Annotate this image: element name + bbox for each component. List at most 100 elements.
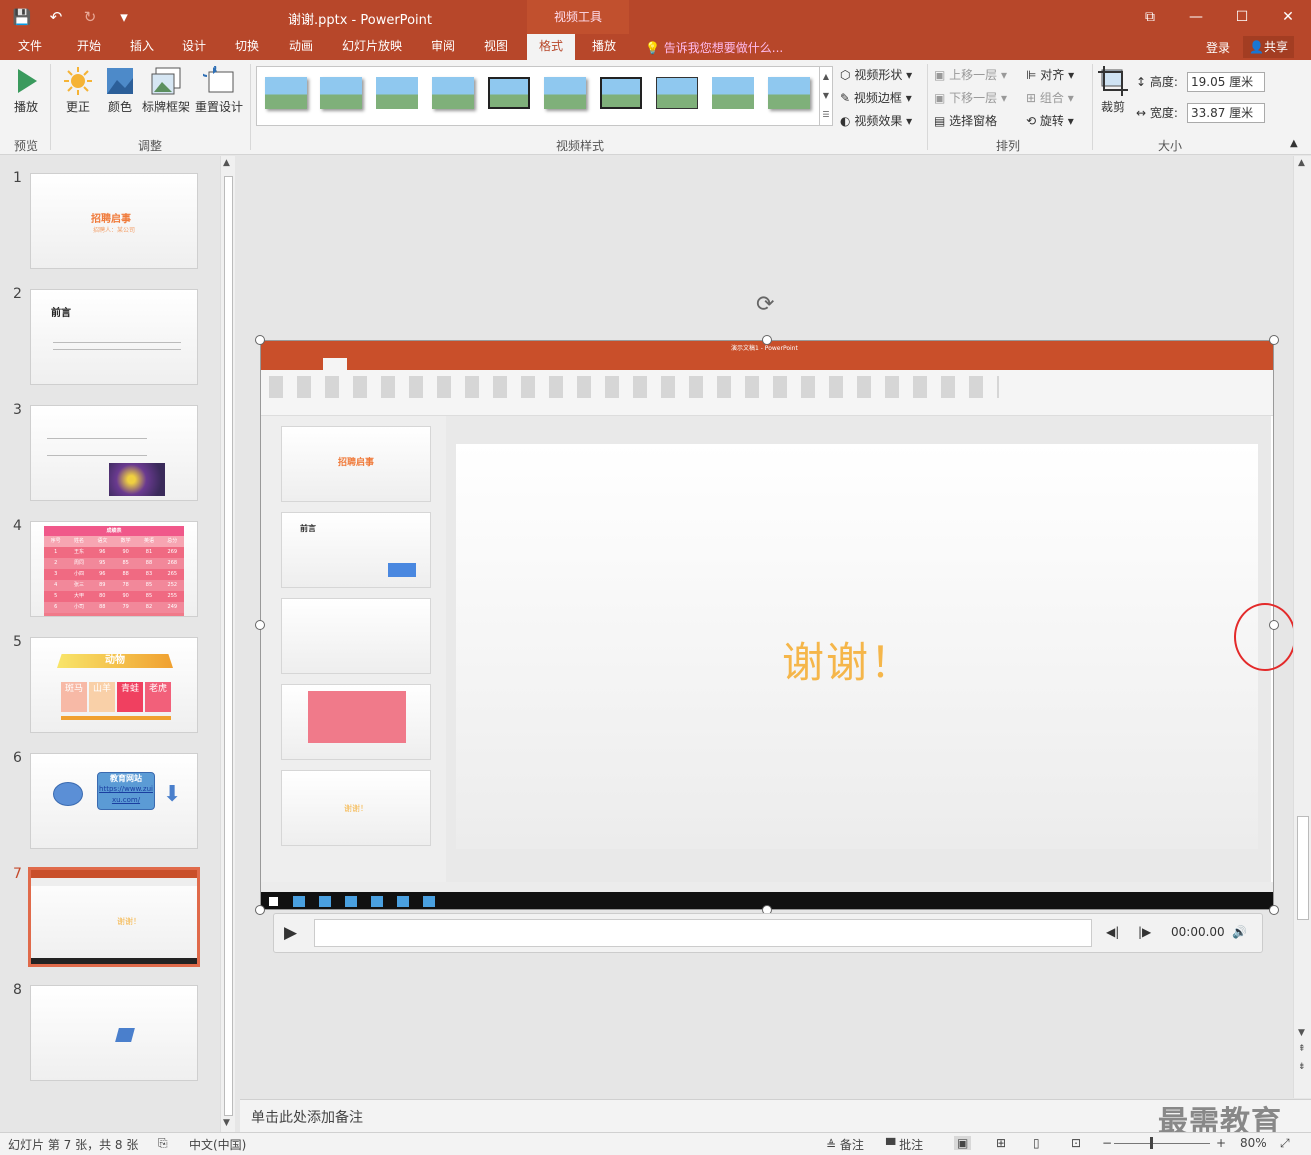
color-button[interactable]: 颜色 bbox=[102, 66, 138, 115]
tab-design[interactable]: 设计 bbox=[172, 34, 216, 60]
zoom-in-icon[interactable]: + bbox=[1216, 1136, 1226, 1150]
slide-thumbnail-1[interactable]: 招聘启事 招聘人：某公司 bbox=[30, 173, 198, 269]
maximize-icon[interactable]: ☐ bbox=[1219, 0, 1265, 34]
slide-thumbnail-3[interactable] bbox=[30, 405, 198, 501]
video-style-5[interactable] bbox=[488, 77, 530, 109]
notes-pane[interactable]: 单击此处添加备注 bbox=[240, 1099, 1311, 1132]
play-button[interactable]: 播放 bbox=[10, 66, 42, 115]
scroll-down-icon[interactable]: ▼ bbox=[223, 1118, 230, 1128]
slide-thumbnail-2[interactable]: 前言 bbox=[30, 289, 198, 385]
video-style-10[interactable] bbox=[768, 77, 810, 109]
video-style-9[interactable] bbox=[712, 77, 754, 109]
fit-to-window-icon[interactable]: ⤢ bbox=[1280, 1136, 1290, 1151]
video-style-7[interactable] bbox=[600, 77, 642, 109]
close-icon[interactable]: ✕ bbox=[1265, 0, 1311, 34]
zoom-slider[interactable] bbox=[1114, 1143, 1210, 1144]
video-border-button[interactable]: ✎ 视频边框 ▾ bbox=[840, 89, 912, 106]
selection-pane-button[interactable]: ▤ 选择窗格 bbox=[934, 112, 997, 129]
resize-handle-top-right[interactable] bbox=[1269, 335, 1279, 345]
tab-view[interactable]: 视图 bbox=[474, 34, 518, 60]
send-backward-button[interactable]: ▣ 下移一层 ▾ bbox=[934, 89, 1007, 106]
gallery-down-icon[interactable]: ▼ bbox=[820, 86, 832, 105]
normal-view-icon[interactable]: ▣ bbox=[954, 1136, 972, 1150]
collapse-ribbon-icon[interactable]: ▲ bbox=[1290, 138, 1298, 149]
slide-thumbnail-7[interactable]: 谢谢！ bbox=[28, 867, 200, 967]
canvas-scrollbar[interactable]: ▲ ▼ ⇞ ⇟ bbox=[1293, 156, 1311, 1098]
slideshow-view-icon[interactable]: ⊡ bbox=[1071, 1136, 1081, 1150]
notes-toggle-button[interactable]: ≜ 备注 bbox=[826, 1136, 864, 1153]
zoom-slider-thumb[interactable] bbox=[1150, 1137, 1153, 1149]
slide-thumbnail-6[interactable]: 教育网站 https://www.zuixu.com/ ⬇ bbox=[30, 753, 198, 849]
corrections-button[interactable]: 更正 bbox=[58, 66, 98, 115]
tab-format[interactable]: 格式 bbox=[527, 34, 575, 60]
canvas-scroll-down-icon[interactable]: ▼ bbox=[1298, 1028, 1305, 1038]
next-slide-icon[interactable]: ⇟ bbox=[1298, 1062, 1306, 1072]
video-style-3[interactable] bbox=[376, 77, 418, 109]
resize-handle-top-left[interactable] bbox=[255, 335, 265, 345]
align-button[interactable]: ⊫ 对齐 ▾ bbox=[1026, 66, 1074, 83]
poster-frame-button[interactable]: 标牌框架 bbox=[140, 66, 192, 115]
resize-handle-left[interactable] bbox=[255, 620, 265, 630]
tell-me-search[interactable]: 💡 告诉我您想要做什么... bbox=[645, 39, 783, 56]
gallery-more-icon[interactable]: ☰ bbox=[820, 105, 832, 124]
rotate-button[interactable]: ⟲ 旋转 ▾ bbox=[1026, 112, 1074, 129]
thumbnail-scrollbar[interactable]: ▲ ▼ bbox=[220, 156, 235, 1132]
zoom-level[interactable]: 80% bbox=[1240, 1136, 1267, 1150]
scroll-up-icon[interactable]: ▲ bbox=[223, 158, 230, 168]
slide-thumbnail-8[interactable] bbox=[30, 985, 198, 1081]
reset-design-button[interactable]: 重置设计 bbox=[194, 66, 244, 115]
tab-playback[interactable]: 播放 bbox=[582, 34, 626, 60]
height-input[interactable]: 19.05 厘米 bbox=[1187, 72, 1265, 92]
tab-transitions[interactable]: 切换 bbox=[225, 34, 269, 60]
tab-review[interactable]: 审阅 bbox=[420, 34, 466, 60]
spellcheck-icon[interactable]: ⎘ bbox=[158, 1136, 168, 1151]
crop-button[interactable]: 裁剪 bbox=[1096, 66, 1130, 115]
slide-thumbnail-4[interactable]: 成绩表 序号 姓名 语文 数学 英语 总分 1 王东 96 90 81 269 2 周同 95 85 88 268… bbox=[30, 521, 198, 617]
ribbon-display-icon[interactable]: ⧉ bbox=[1127, 0, 1173, 34]
minimize-icon[interactable]: — bbox=[1173, 0, 1219, 34]
width-input[interactable]: 33.87 厘米 bbox=[1187, 103, 1265, 123]
rotate-handle-icon[interactable]: ⟳ bbox=[756, 292, 774, 317]
video-effects-button[interactable]: ◐ 视频效果 ▾ bbox=[840, 112, 912, 129]
video-style-4[interactable] bbox=[432, 77, 474, 109]
step-back-icon[interactable]: ◀| bbox=[1106, 925, 1119, 939]
tab-animations[interactable]: 动画 bbox=[278, 34, 324, 60]
player-play-icon[interactable]: ▶ bbox=[284, 923, 306, 945]
video-style-2[interactable] bbox=[320, 77, 362, 109]
tab-insert[interactable]: 插入 bbox=[120, 34, 164, 60]
customize-qat-icon[interactable]: ▾ bbox=[110, 5, 138, 29]
video-style-1[interactable] bbox=[265, 77, 307, 109]
slide-sorter-icon[interactable]: ⊞ bbox=[996, 1136, 1006, 1150]
resize-handle-bottom-right[interactable] bbox=[1269, 905, 1279, 915]
thumbnail-scroll-thumb[interactable] bbox=[224, 176, 233, 1116]
tab-file[interactable]: 文件 bbox=[8, 34, 52, 60]
video-style-8[interactable] bbox=[656, 77, 698, 109]
undo-icon[interactable]: ↶ bbox=[42, 5, 70, 29]
reading-view-icon[interactable]: ▯ bbox=[1033, 1136, 1040, 1150]
resize-handle-top[interactable] bbox=[762, 335, 772, 345]
tab-home[interactable]: 开始 bbox=[66, 34, 112, 60]
video-shape-button[interactable]: ⬡ 视频形状 ▾ bbox=[840, 66, 912, 83]
video-style-6[interactable] bbox=[544, 77, 586, 109]
share-button[interactable]: 👤共享 bbox=[1243, 36, 1294, 58]
redo-icon[interactable]: ↻ bbox=[76, 5, 104, 29]
video-object[interactable]: 演示文稿1 - PowerPoint 招聘启事 前言 谢谢！ 谢谢！ bbox=[260, 340, 1274, 910]
player-timeline[interactable] bbox=[314, 919, 1092, 947]
step-forward-icon[interactable]: |▶ bbox=[1138, 925, 1151, 939]
resize-handle-bottom-left[interactable] bbox=[255, 905, 265, 915]
login-link[interactable]: 登录 bbox=[1206, 39, 1230, 56]
group-button[interactable]: ⊞ 组合 ▾ bbox=[1026, 89, 1074, 106]
volume-icon[interactable]: 🔊 bbox=[1232, 925, 1247, 939]
save-icon[interactable]: 💾 bbox=[8, 5, 36, 29]
gallery-up-icon[interactable]: ▲ bbox=[820, 67, 832, 86]
canvas-scroll-thumb[interactable] bbox=[1297, 816, 1309, 920]
comments-toggle-button[interactable]: ▀ 批注 bbox=[886, 1136, 923, 1153]
language-status[interactable]: 中文(中国) bbox=[189, 1136, 246, 1153]
prev-slide-icon[interactable]: ⇞ bbox=[1298, 1044, 1306, 1054]
slide-thumbnail-5[interactable]: 动物 斑马 山羊 青蛙 老虎 bbox=[30, 637, 198, 733]
tab-slideshow[interactable]: 幻灯片放映 bbox=[334, 34, 410, 60]
bring-forward-button[interactable]: ▣ 上移一层 ▾ bbox=[934, 66, 1007, 83]
gallery-scroll[interactable]: ▲ ▼ ☰ bbox=[819, 67, 832, 125]
canvas-scroll-up-icon[interactable]: ▲ bbox=[1298, 158, 1305, 168]
zoom-out-icon[interactable]: − bbox=[1102, 1136, 1112, 1150]
